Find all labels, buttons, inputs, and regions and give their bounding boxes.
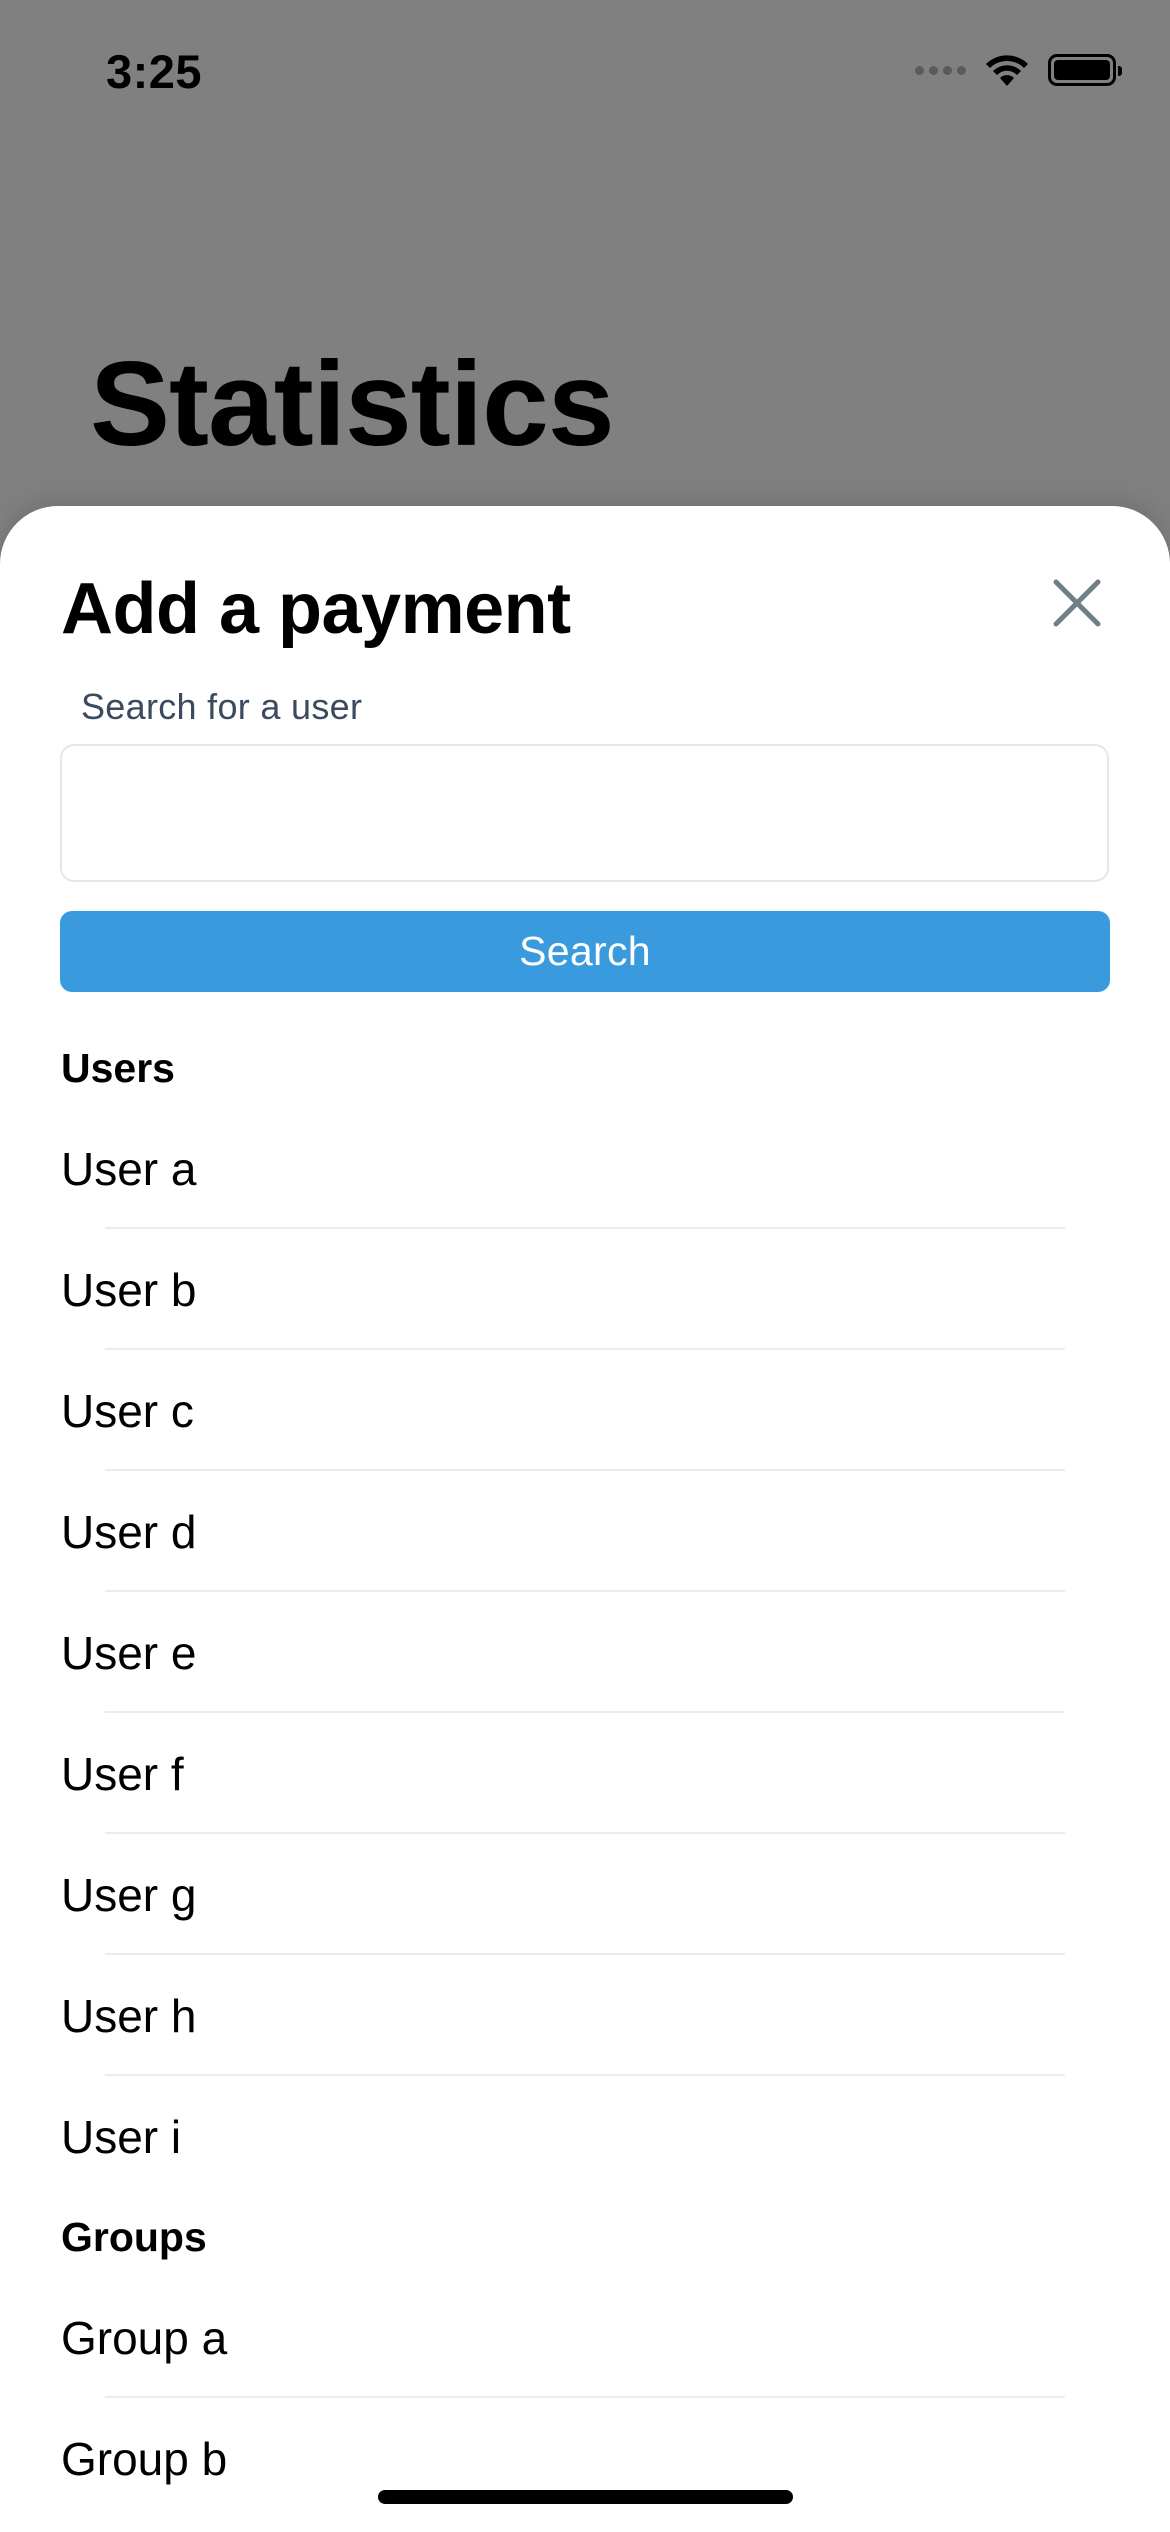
list-item-user-g[interactable]: User g: [0, 1834, 1170, 1955]
wifi-icon: [986, 55, 1028, 86]
search-field-label: Search for a user: [81, 686, 363, 727]
list-item-user-i[interactable]: User i: [0, 2076, 1170, 2197]
close-icon: [1053, 579, 1101, 627]
close-button[interactable]: [1050, 576, 1104, 630]
list-item-user-f[interactable]: User f: [0, 1713, 1170, 1834]
list-item-user-b[interactable]: User b: [0, 1229, 1170, 1350]
background-page-title: Statistics: [90, 337, 615, 471]
list-item-user-h[interactable]: User h: [0, 1955, 1170, 2076]
list-item-user-c[interactable]: User c: [0, 1350, 1170, 1471]
list-item-group-a[interactable]: Group a: [0, 2277, 1170, 2398]
sheet-title: Add a payment: [61, 569, 571, 649]
list-item-user-d[interactable]: User d: [0, 1471, 1170, 1592]
battery-icon: [1048, 54, 1122, 86]
add-payment-sheet: Add a payment Search for a user Search U…: [0, 506, 1170, 2532]
home-indicator[interactable]: [378, 2490, 793, 2504]
results-list: Users User a User b User c User d User e…: [0, 1028, 1170, 2519]
search-button[interactable]: Search: [60, 911, 1110, 992]
cellular-signal-icon: [915, 65, 966, 75]
list-item-user-a[interactable]: User a: [0, 1108, 1170, 1229]
search-input[interactable]: [60, 744, 1109, 882]
section-header-groups: Groups: [61, 2213, 207, 2260]
status-bar: 3:25: [0, 0, 1170, 150]
screen: 3:25 Statistics Add a payment Search for: [0, 0, 1170, 2532]
list-item-user-e[interactable]: User e: [0, 1592, 1170, 1713]
status-time: 3:25: [106, 45, 203, 98]
section-header-users: Users: [61, 1044, 175, 1091]
status-icons: [915, 52, 1122, 88]
